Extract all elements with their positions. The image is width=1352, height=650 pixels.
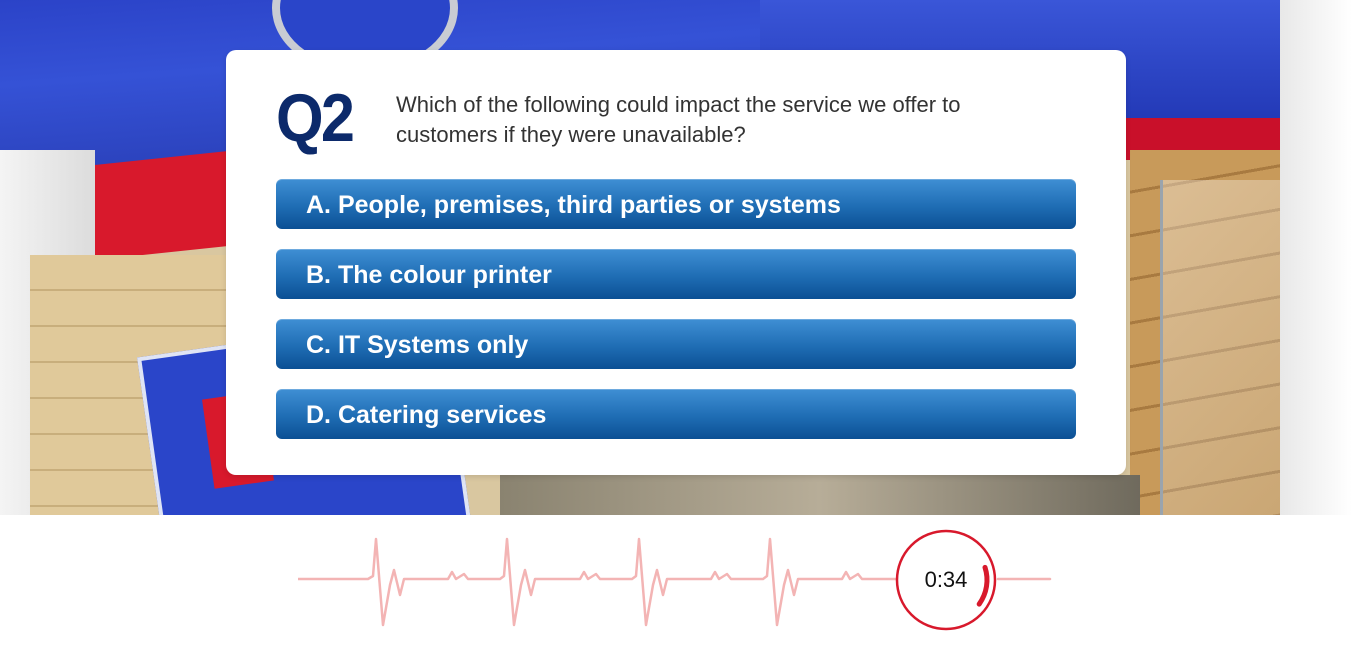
answer-list: A. People, premises, third parties or sy… <box>276 179 1076 459</box>
pillar-right <box>1280 0 1352 515</box>
answer-option-d[interactable]: D. Catering services <box>276 389 1076 439</box>
answer-option-c[interactable]: C. IT Systems only <box>276 319 1076 369</box>
countdown-timer: 0:34 <box>895 529 997 631</box>
answer-option-b[interactable]: B. The colour printer <box>276 249 1076 299</box>
answer-option-a[interactable]: A. People, premises, third parties or sy… <box>276 179 1076 229</box>
question-card: Q2 Which of the following could impact t… <box>226 50 1126 475</box>
timer-display: 0:34 <box>924 567 968 592</box>
question-text: Which of the following could impact the … <box>396 92 961 147</box>
shop-interior <box>500 475 1140 515</box>
question-number: Q2 <box>276 80 355 156</box>
